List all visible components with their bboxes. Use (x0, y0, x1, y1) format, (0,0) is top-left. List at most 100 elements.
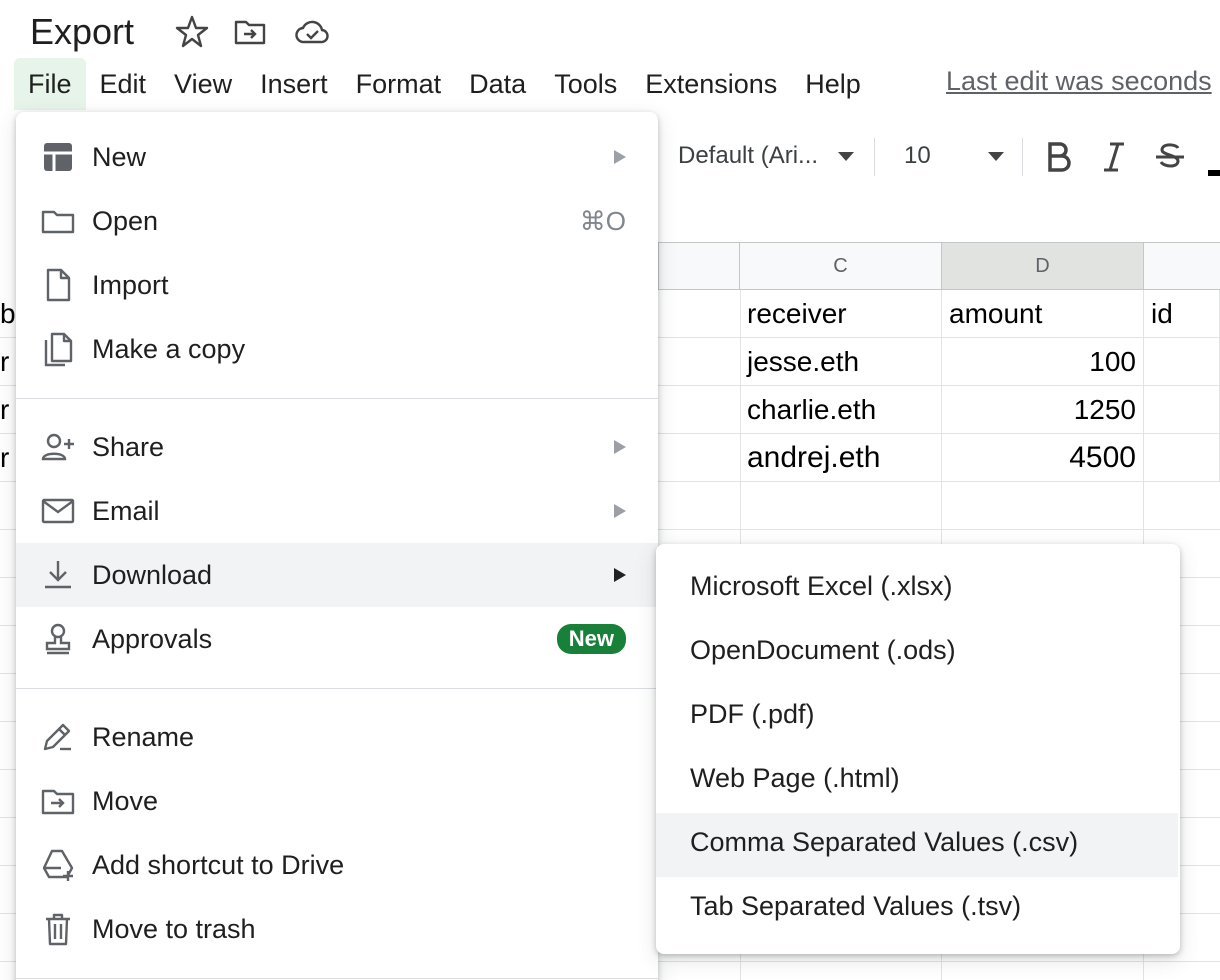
download-xlsx[interactable]: Microsoft Excel (.xlsx) (656, 557, 1178, 621)
menu-item-label: Rename (92, 721, 195, 752)
menu-item-make-copy[interactable]: Make a copy (16, 317, 658, 381)
download-ods[interactable]: OpenDocument (.ods) (656, 621, 1178, 685)
menu-item-label: Web Page (.html) (690, 763, 900, 793)
menu-file[interactable]: File (14, 58, 86, 110)
share-person-icon (41, 433, 74, 461)
copy-icon (44, 332, 73, 367)
new-badge: New (556, 624, 626, 654)
trash-icon (46, 913, 70, 946)
menu-item-label: Move (92, 785, 159, 816)
cell-e4[interactable] (1144, 434, 1220, 482)
cell-d1[interactable]: amount (942, 290, 1144, 338)
download-icon (45, 561, 71, 589)
menu-item-move[interactable]: Move (16, 769, 658, 833)
menu-item-label: New (92, 141, 147, 172)
menu-item-trash[interactable]: Move to trash (16, 897, 658, 961)
menu-help[interactable]: Help (791, 58, 875, 110)
menu-item-label: PDF (.pdf) (690, 699, 815, 729)
last-edit-link[interactable]: Last edit was seconds (946, 66, 1212, 97)
menu-extensions[interactable]: Extensions (631, 58, 791, 110)
download-pdf[interactable]: PDF (.pdf) (656, 685, 1178, 749)
cell-c2[interactable]: jesse.eth (740, 338, 942, 386)
column-header-c[interactable]: C (740, 242, 942, 290)
cell-c4[interactable]: andrej.eth (740, 434, 942, 482)
menu-item-new[interactable]: New (16, 125, 658, 189)
menu-item-label: Download (92, 559, 213, 590)
menu-item-approvals[interactable]: Approvals New (16, 607, 658, 671)
font-size-caret-icon[interactable] (988, 152, 1004, 161)
menu-item-import[interactable]: Import (16, 253, 658, 317)
menu-item-label: Share (92, 431, 165, 462)
menu-item-download[interactable]: Download (16, 543, 658, 607)
cell-e2[interactable] (1144, 338, 1220, 386)
download-csv[interactable]: Comma Separated Values (.csv) (656, 813, 1178, 877)
cell-stub[interactable]: r (0, 434, 9, 482)
menu-format[interactable]: Format (342, 58, 456, 110)
menu-item-email[interactable]: Email (16, 479, 658, 543)
strikethrough-icon[interactable] (1152, 138, 1188, 176)
move-folder-icon (41, 789, 75, 815)
mail-icon (41, 498, 75, 524)
column-header-b[interactable] (658, 242, 740, 290)
move-folder-icon[interactable] (232, 14, 268, 50)
menu-item-rename[interactable]: Rename (16, 705, 658, 769)
menu-divider (16, 978, 658, 979)
toolbar-divider (1022, 138, 1023, 176)
cell-d4[interactable]: 4500 (942, 434, 1144, 482)
menu-item-label: Microsoft Excel (.xlsx) (690, 571, 953, 601)
download-submenu: Microsoft Excel (.xlsx) OpenDocument (.o… (656, 544, 1180, 954)
shortcut-label: ⌘O (579, 205, 626, 236)
cell-c1[interactable]: receiver (740, 290, 942, 338)
bold-icon[interactable] (1040, 138, 1076, 176)
menu-insert[interactable]: Insert (246, 58, 342, 110)
menu-item-label: Import (92, 269, 169, 300)
cell-e1[interactable]: id (1144, 290, 1220, 338)
font-family-caret-icon[interactable] (838, 152, 854, 161)
cell-stub[interactable]: r (0, 338, 9, 386)
new-sheet-icon (44, 143, 72, 171)
font-family-select[interactable]: Default (Ari... (678, 142, 818, 170)
menu-view[interactable]: View (160, 58, 246, 110)
submenu-arrow-icon (614, 568, 626, 582)
cell-e3[interactable] (1144, 386, 1220, 434)
file-menu: New Open ⌘O Import Make a copy Share Ema… (16, 112, 658, 980)
font-size-select[interactable]: 10 (904, 142, 931, 170)
italic-icon[interactable] (1096, 138, 1132, 176)
toolbar-divider (874, 138, 875, 176)
menu-divider (16, 398, 658, 399)
column-header-d[interactable]: D (942, 242, 1144, 290)
cell-stub[interactable]: r (0, 386, 9, 434)
cloud-saved-icon[interactable] (294, 14, 330, 50)
cell-stub[interactable]: b (0, 290, 16, 338)
menu-item-label: Comma Separated Values (.csv) (690, 827, 1079, 857)
download-tsv[interactable]: Tab Separated Values (.tsv) (656, 877, 1178, 941)
cell-c3[interactable]: charlie.eth (740, 386, 942, 434)
menu-item-label: Approvals (92, 623, 213, 654)
download-html[interactable]: Web Page (.html) (656, 749, 1178, 813)
menu-edit[interactable]: Edit (86, 58, 161, 110)
menu-bar: File Edit View Insert Format Data Tools … (14, 58, 875, 110)
menu-item-label: Open (92, 205, 159, 236)
menu-item-label: OpenDocument (.ods) (690, 635, 956, 665)
approval-stamp-icon (45, 623, 71, 655)
cell-d2[interactable]: 100 (942, 338, 1144, 386)
menu-tools[interactable]: Tools (540, 58, 631, 110)
menu-item-label: Email (92, 495, 160, 526)
menu-item-share[interactable]: Share (16, 415, 658, 479)
text-color-swatch[interactable] (1208, 170, 1220, 176)
menu-data[interactable]: Data (455, 58, 540, 110)
file-icon (46, 268, 71, 302)
cell-d3[interactable]: 1250 (942, 386, 1144, 434)
folder-icon (41, 210, 75, 234)
submenu-arrow-icon (614, 440, 626, 454)
menu-item-label: Move to trash (92, 913, 256, 944)
drive-shortcut-icon (42, 849, 74, 881)
menu-item-label: Make a copy (92, 333, 246, 364)
toolbar: Default (Ari... 10 (658, 130, 1220, 182)
menu-item-label: Tab Separated Values (.tsv) (690, 891, 1022, 921)
menu-item-open[interactable]: Open ⌘O (16, 189, 658, 253)
star-icon[interactable] (174, 14, 210, 50)
menu-item-add-shortcut[interactable]: Add shortcut to Drive (16, 833, 658, 897)
column-header-e[interactable] (1144, 242, 1220, 290)
document-title[interactable]: Export (30, 10, 134, 54)
